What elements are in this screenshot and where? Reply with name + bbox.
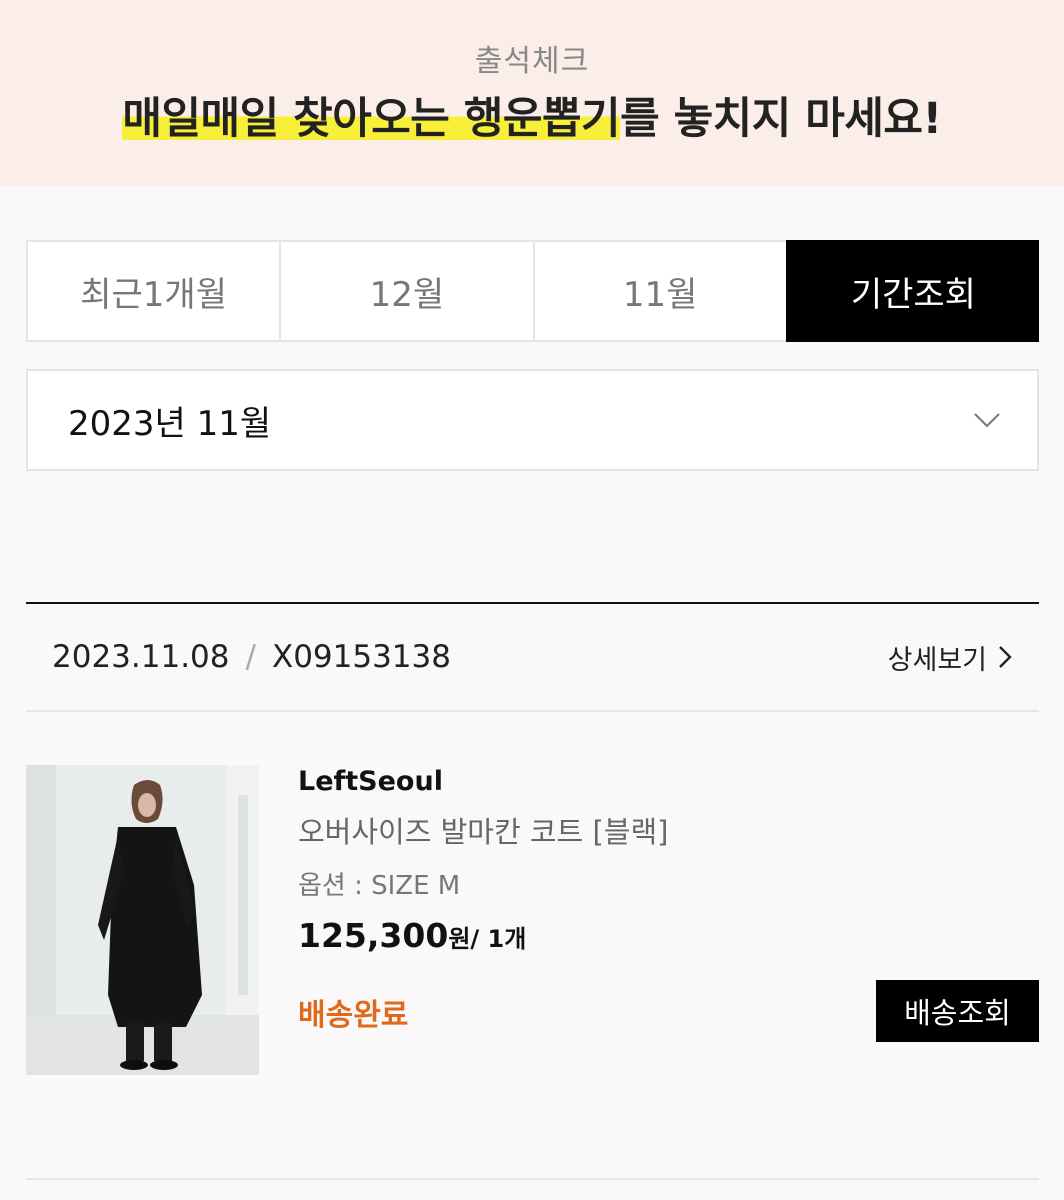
track-delivery-button[interactable]: 배송조회 <box>876 980 1039 1042</box>
product-brand[interactable]: LeftSeoul <box>298 766 668 797</box>
attendance-banner[interactable]: 출석체크 매일매일 찾아오는 행운뽑기를 놓치지 마세요! <box>0 0 1064 186</box>
product-info: LeftSeoul 오버사이즈 발마칸 코트 [블랙] 옵션 : SIZE M … <box>298 766 668 955</box>
product-option: 옵션 : SIZE M <box>298 871 461 901</box>
order-separator: / <box>245 639 256 675</box>
product-price: 125,300 <box>298 916 449 955</box>
order-detail-link[interactable]: 상세보기 <box>888 638 1013 677</box>
month-select[interactable]: 2023년 11월 <box>26 369 1039 471</box>
banner-headline: 매일매일 찾아오는 행운뽑기를 놓치지 마세요! <box>0 84 1064 146</box>
banner-headline-highlight: 매일매일 찾아오는 행운뽑기 <box>122 94 621 144</box>
product-image[interactable] <box>26 765 259 1075</box>
tab-november[interactable]: 11월 <box>532 240 786 342</box>
chevron-right-icon <box>999 646 1012 668</box>
order-date: 2023.11.08 <box>52 639 230 675</box>
tab-period-search[interactable]: 기간조회 <box>785 240 1039 342</box>
product-photo-illustration <box>26 765 259 1075</box>
banner-headline-rest: 를 놓치지 마세요! <box>620 94 942 144</box>
product-price-row: 125,300원/ 1개 <box>298 916 668 955</box>
chevron-down-icon <box>974 413 1000 428</box>
tab-december[interactable]: 12월 <box>279 240 533 342</box>
order-number: X09153138 <box>271 639 451 675</box>
month-select-value: 2023년 11월 <box>68 403 272 444</box>
product-price-unit: 원 <box>448 925 471 953</box>
period-tabs: 최근1개월 12월 11월 기간조회 <box>26 240 1039 342</box>
product-name[interactable]: 오버사이즈 발마칸 코트 [블랙] <box>298 809 668 851</box>
delivery-status: 배송완료 <box>298 998 409 1033</box>
banner-subtitle: 출석체크 <box>474 44 590 79</box>
order-header: 2023.11.08 / X09153138 상세보기 <box>26 602 1039 712</box>
product-quantity: / 1개 <box>470 925 527 953</box>
order-detail-label: 상세보기 <box>887 644 987 676</box>
divider <box>26 1178 1039 1180</box>
tab-recent-1-month[interactable]: 최근1개월 <box>26 240 280 342</box>
